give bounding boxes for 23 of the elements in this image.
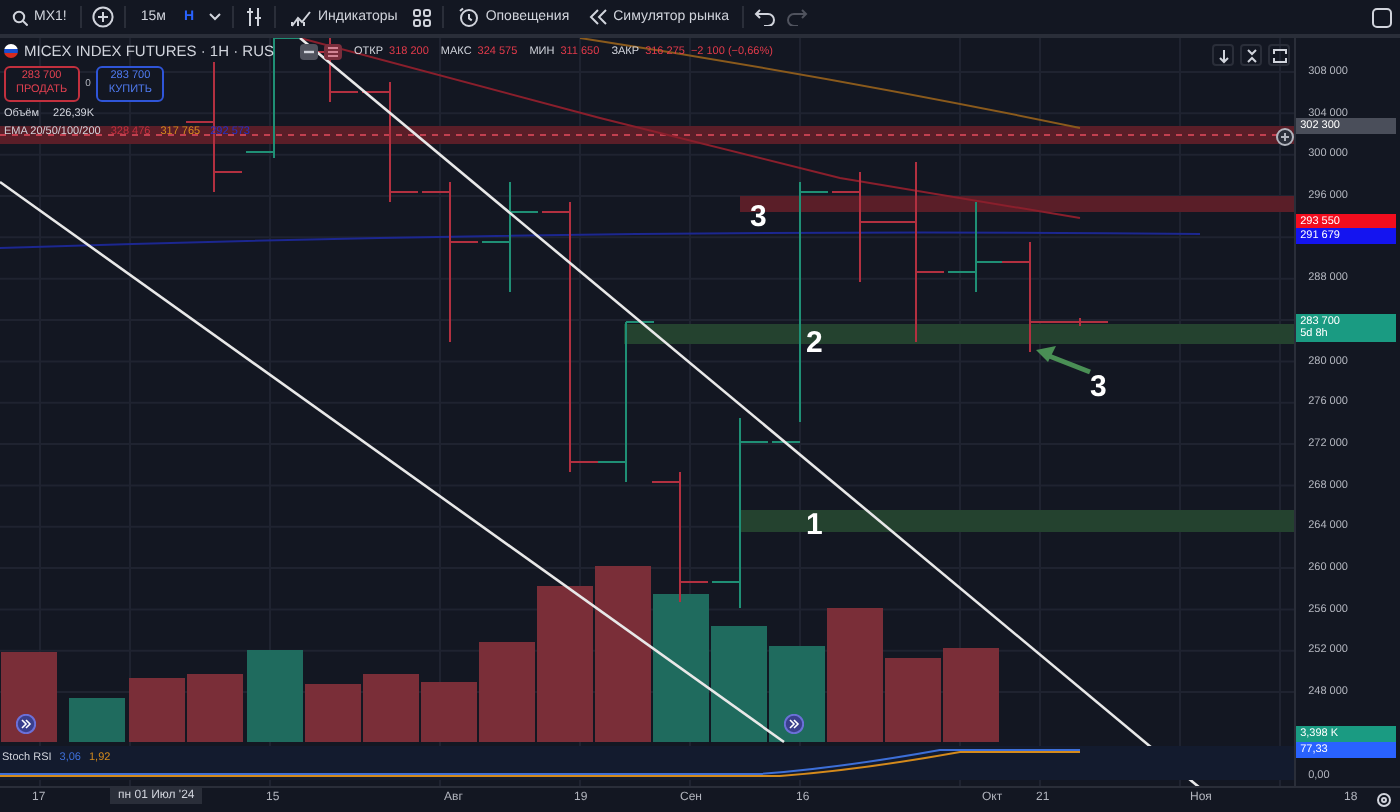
add-icon[interactable] [1276,128,1294,146]
add-symbol-icon[interactable] [92,6,115,28]
fullscreen-icon[interactable] [1372,7,1392,27]
layout-grid-icon[interactable] [411,7,432,27]
double-chevron-icon[interactable] [16,714,36,734]
arrow-down-icon[interactable] [1215,47,1232,63]
wave-label: 3 [750,202,767,232]
flag-icon [4,44,18,58]
double-chevron-icon[interactable] [784,714,804,734]
menu-icon[interactable] [324,43,343,59]
collapse-icon[interactable] [1243,47,1260,63]
search-icon[interactable] [12,9,28,25]
rewind-icon[interactable] [587,8,608,26]
minus-icon[interactable] [300,43,319,59]
chart-line-icon[interactable] [290,7,313,27]
wave-label: 2 [806,328,823,358]
settings-icon[interactable] [1376,792,1392,808]
caret-down-icon[interactable] [208,12,223,22]
wave-label: 1 [806,510,823,540]
undo-icon[interactable] [754,8,777,26]
alarm-clock-icon[interactable] [457,6,480,28]
wave-label: 3 [1090,372,1107,402]
arrow [1036,346,1091,375]
